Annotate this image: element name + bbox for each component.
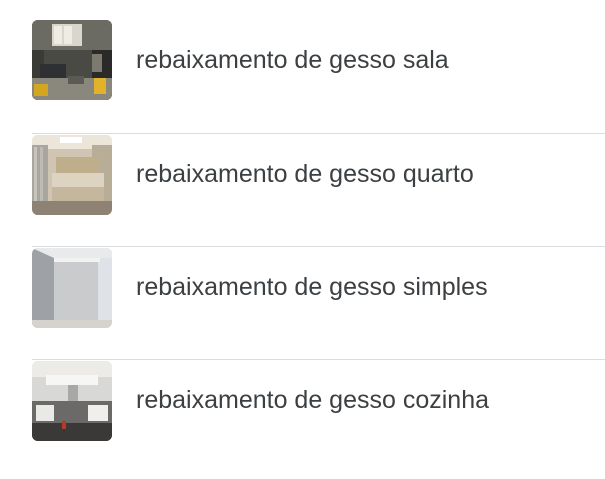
plain-wall-thumbnail: [32, 248, 112, 328]
living-room-thumbnail: [32, 20, 112, 100]
related-search-label: rebaixamento de gesso quarto: [136, 160, 474, 188]
bedroom-thumbnail: [32, 135, 112, 215]
related-search-label: rebaixamento de gesso cozinha: [136, 386, 490, 414]
related-search-item[interactable]: rebaixamento de gesso quarto: [32, 133, 605, 246]
related-search-item[interactable]: rebaixamento de gesso sala: [32, 20, 605, 133]
related-search-item[interactable]: rebaixamento de gesso cozinha: [32, 359, 605, 472]
related-search-label: rebaixamento de gesso sala: [136, 46, 449, 74]
related-search-item[interactable]: rebaixamento de gesso simples: [32, 246, 605, 359]
related-search-label: rebaixamento de gesso simples: [136, 273, 488, 301]
related-searches-list: rebaixamento de gesso sala rebaixamento …: [32, 20, 605, 472]
kitchen-thumbnail: [32, 361, 112, 441]
